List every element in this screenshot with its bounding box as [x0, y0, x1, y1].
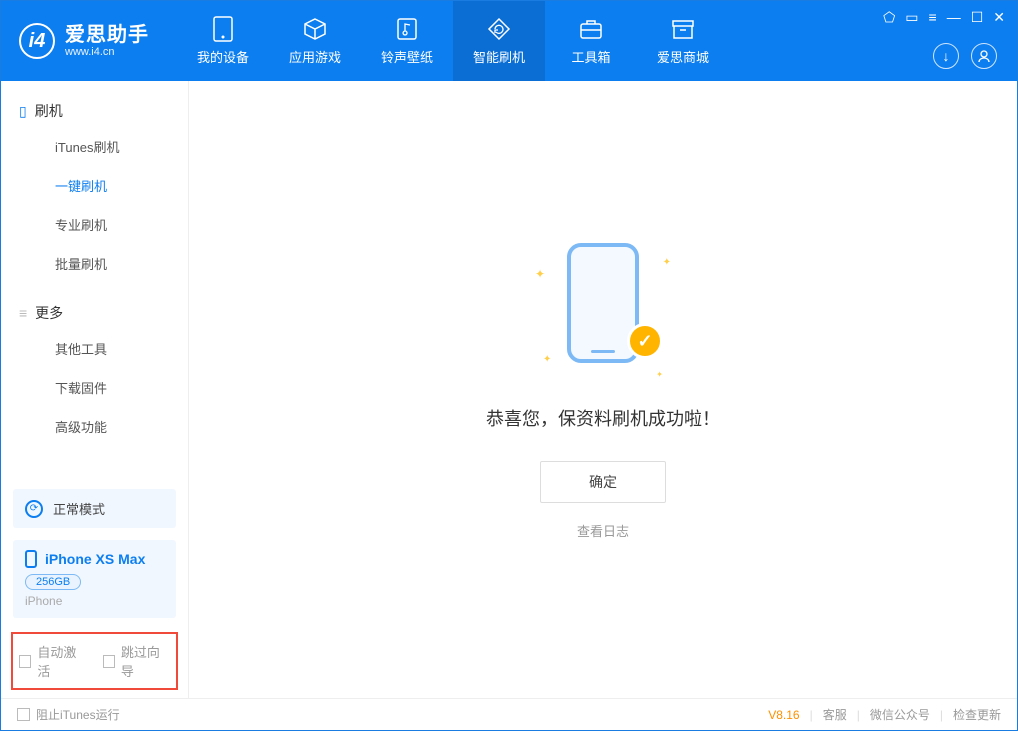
skip-guide-checkbox[interactable]: 跳过向导 — [103, 642, 171, 680]
statusbar: 阻止iTunes运行 V8.16 | 客服 | 微信公众号 | 检查更新 — [1, 698, 1017, 730]
window-controls: ⬠ ▭ ≡ — ☐ ✕ — [883, 9, 1005, 26]
checkbox-label: 阻止iTunes运行 — [36, 706, 120, 723]
highlight-checkbox-row: 自动激活 跳过向导 — [11, 632, 178, 690]
device-capacity-badge: 256GB — [25, 574, 81, 590]
sidebar-item-batch[interactable]: 批量刷机 — [1, 244, 188, 283]
view-log-link[interactable]: 查看日志 — [577, 521, 629, 540]
success-illustration: ✦ ✦ ✦ ✦ ✓ — [533, 239, 673, 379]
app-subtitle: www.i4.cn — [65, 46, 149, 58]
nav-label: 工具箱 — [571, 47, 610, 66]
success-message: 恭喜您，保资料刷机成功啦！ — [486, 405, 720, 431]
sparkle-icon: ✦ — [656, 370, 663, 379]
toolbox-icon — [579, 17, 603, 41]
check-update-link[interactable]: 检查更新 — [953, 706, 1001, 723]
sidebar-item-itunes[interactable]: iTunes刷机 — [1, 127, 188, 166]
mode-indicator: ⟳ 正常模式 — [13, 489, 176, 528]
user-icon[interactable] — [971, 43, 997, 69]
wechat-link[interactable]: 微信公众号 — [870, 706, 930, 723]
nav-tab-device[interactable]: 我的设备 — [177, 1, 269, 81]
nav-tabs: 我的设备 应用游戏 铃声壁纸 智能刷机 工具箱 爱思商城 — [177, 1, 729, 81]
section-title: 刷机 — [35, 101, 63, 121]
sidebar-section-flash: ▯ 刷机 — [1, 95, 188, 127]
nav-tab-flash[interactable]: 智能刷机 — [453, 1, 545, 81]
refresh-icon — [487, 17, 511, 41]
music-icon — [395, 17, 419, 41]
device-type: iPhone — [25, 594, 164, 608]
section-title: 更多 — [35, 303, 63, 323]
nav-label: 我的设备 — [197, 47, 249, 66]
mode-icon: ⟳ — [25, 500, 43, 518]
device-name: iPhone XS Max — [45, 551, 145, 567]
checkbox-label: 自动激活 — [37, 642, 86, 680]
sidebar-item-firmware[interactable]: 下载固件 — [1, 368, 188, 407]
logo: i4 爱思助手 www.i4.cn — [1, 23, 167, 59]
shirt-icon[interactable]: ⬠ — [883, 9, 895, 26]
nav-tab-toolbox[interactable]: 工具箱 — [545, 1, 637, 81]
logo-icon: i4 — [19, 23, 55, 59]
nav-label: 智能刷机 — [473, 47, 525, 66]
nav-label: 铃声壁纸 — [381, 47, 433, 66]
download-icon[interactable]: ↓ — [933, 43, 959, 69]
store-icon — [671, 17, 695, 41]
content-area: ✦ ✦ ✦ ✦ ✓ 恭喜您，保资料刷机成功啦！ 确定 查看日志 — [189, 81, 1017, 698]
checkbox-label: 跳过向导 — [121, 642, 170, 680]
list-icon: ≡ — [19, 305, 27, 321]
minimize-button[interactable]: — — [947, 9, 961, 26]
sidebar-item-pro[interactable]: 专业刷机 — [1, 205, 188, 244]
support-link[interactable]: 客服 — [823, 706, 847, 723]
close-button[interactable]: ✕ — [993, 9, 1005, 26]
checkbox-icon — [103, 655, 115, 668]
checkbox-icon — [19, 655, 31, 668]
sidebar-item-oneclick[interactable]: 一键刷机 — [1, 166, 188, 205]
nav-tab-ringtones[interactable]: 铃声壁纸 — [361, 1, 453, 81]
titlebar: i4 爱思助手 www.i4.cn 我的设备 应用游戏 铃声壁纸 智能刷机 工具… — [1, 1, 1017, 81]
cube-icon — [303, 17, 327, 41]
sparkle-icon: ✦ — [543, 354, 551, 365]
nav-tab-store[interactable]: 爱思商城 — [637, 1, 729, 81]
nav-tab-apps[interactable]: 应用游戏 — [269, 1, 361, 81]
device-icon — [25, 550, 37, 568]
sidebar-item-othertools[interactable]: 其他工具 — [1, 329, 188, 368]
sparkle-icon: ✦ — [535, 267, 545, 281]
list-icon[interactable]: ≡ — [929, 9, 937, 26]
device-icon — [211, 17, 235, 41]
maximize-button[interactable]: ☐ — [971, 9, 984, 26]
success-check-icon: ✓ — [627, 323, 663, 359]
sidebar: ▯ 刷机 iTunes刷机 一键刷机 专业刷机 批量刷机 ≡ 更多 其他工具 下… — [1, 81, 189, 698]
version-label: V8.16 — [768, 708, 799, 722]
phone-icon: ▯ — [19, 103, 27, 120]
nav-label: 应用游戏 — [289, 47, 341, 66]
app-title: 爱思助手 — [65, 24, 149, 46]
ok-button[interactable]: 确定 — [540, 461, 666, 503]
menu-icon[interactable]: ▭ — [905, 9, 918, 26]
block-itunes-checkbox[interactable]: 阻止iTunes运行 — [17, 706, 120, 723]
nav-label: 爱思商城 — [657, 47, 709, 66]
mode-label: 正常模式 — [53, 499, 105, 518]
device-card[interactable]: iPhone XS Max 256GB iPhone — [13, 540, 176, 618]
auto-activate-checkbox[interactable]: 自动激活 — [19, 642, 87, 680]
sidebar-section-more: ≡ 更多 — [1, 297, 188, 329]
sparkle-icon: ✦ — [663, 257, 671, 268]
sidebar-item-advanced[interactable]: 高级功能 — [1, 407, 188, 446]
checkbox-icon — [17, 708, 30, 721]
